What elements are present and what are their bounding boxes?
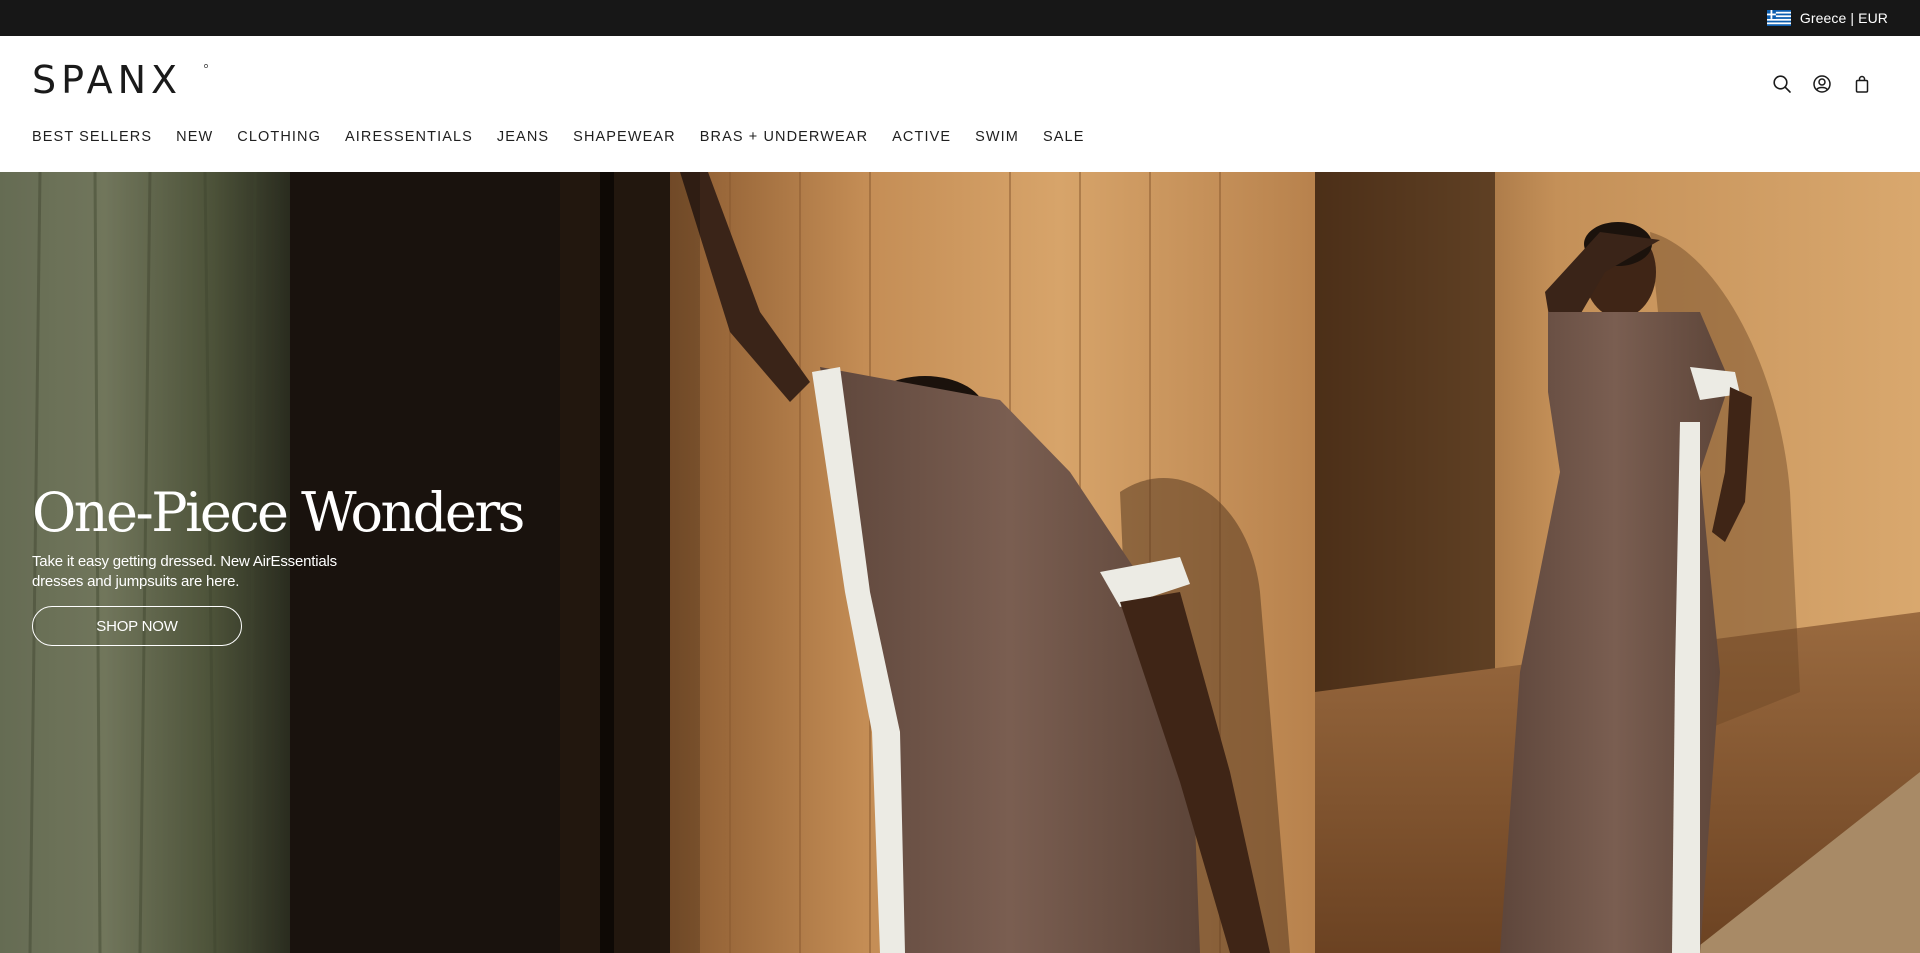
greece-flag-icon (1766, 10, 1791, 26)
site-header: SPANX BEST SELLERS NEW CLOTHING AIRESSEN… (0, 36, 1920, 172)
cart-button[interactable] (1842, 68, 1882, 100)
header-icons (1762, 68, 1882, 100)
top-utility-bar: Greece | EUR (0, 0, 1920, 36)
hero-copy: One-Piece Wonders Take it easy getting d… (32, 482, 632, 646)
locale-selector[interactable]: Greece | EUR (1766, 9, 1888, 27)
logo-text: SPANX (32, 60, 182, 100)
hero-subtitle: Take it easy getting dressed. New AirEss… (32, 553, 337, 590)
account-icon (1813, 75, 1831, 93)
search-button[interactable] (1762, 68, 1802, 100)
search-icon (1773, 75, 1791, 93)
hero-title: One-Piece Wonders (32, 481, 525, 544)
nav-item-active[interactable]: ACTIVE (892, 129, 951, 145)
nav-item-clothing[interactable]: CLOTHING (237, 129, 321, 145)
spanx-logo[interactable]: SPANX (32, 60, 212, 100)
shop-now-button[interactable]: SHOP NOW (32, 606, 242, 646)
locale-label: Greece | EUR (1799, 10, 1888, 26)
main-navigation: BEST SELLERS NEW CLOTHING AIRESSENTIALS … (32, 126, 1108, 148)
nav-item-airessentials[interactable]: AIRESSENTIALS (345, 129, 473, 145)
nav-item-bras-underwear[interactable]: BRAS + UNDERWEAR (700, 129, 868, 145)
hero-banner[interactable]: One-Piece Wonders Take it easy getting d… (0, 172, 1920, 953)
nav-item-sale[interactable]: SALE (1043, 129, 1084, 145)
cart-icon (1855, 75, 1869, 93)
nav-item-jeans[interactable]: JEANS (497, 129, 549, 145)
nav-item-best-sellers[interactable]: BEST SELLERS (32, 129, 152, 145)
nav-item-new[interactable]: NEW (176, 129, 213, 145)
nav-item-shapewear[interactable]: SHAPEWEAR (573, 129, 676, 145)
nav-item-swim[interactable]: SWIM (975, 129, 1019, 145)
account-button[interactable] (1802, 68, 1842, 100)
